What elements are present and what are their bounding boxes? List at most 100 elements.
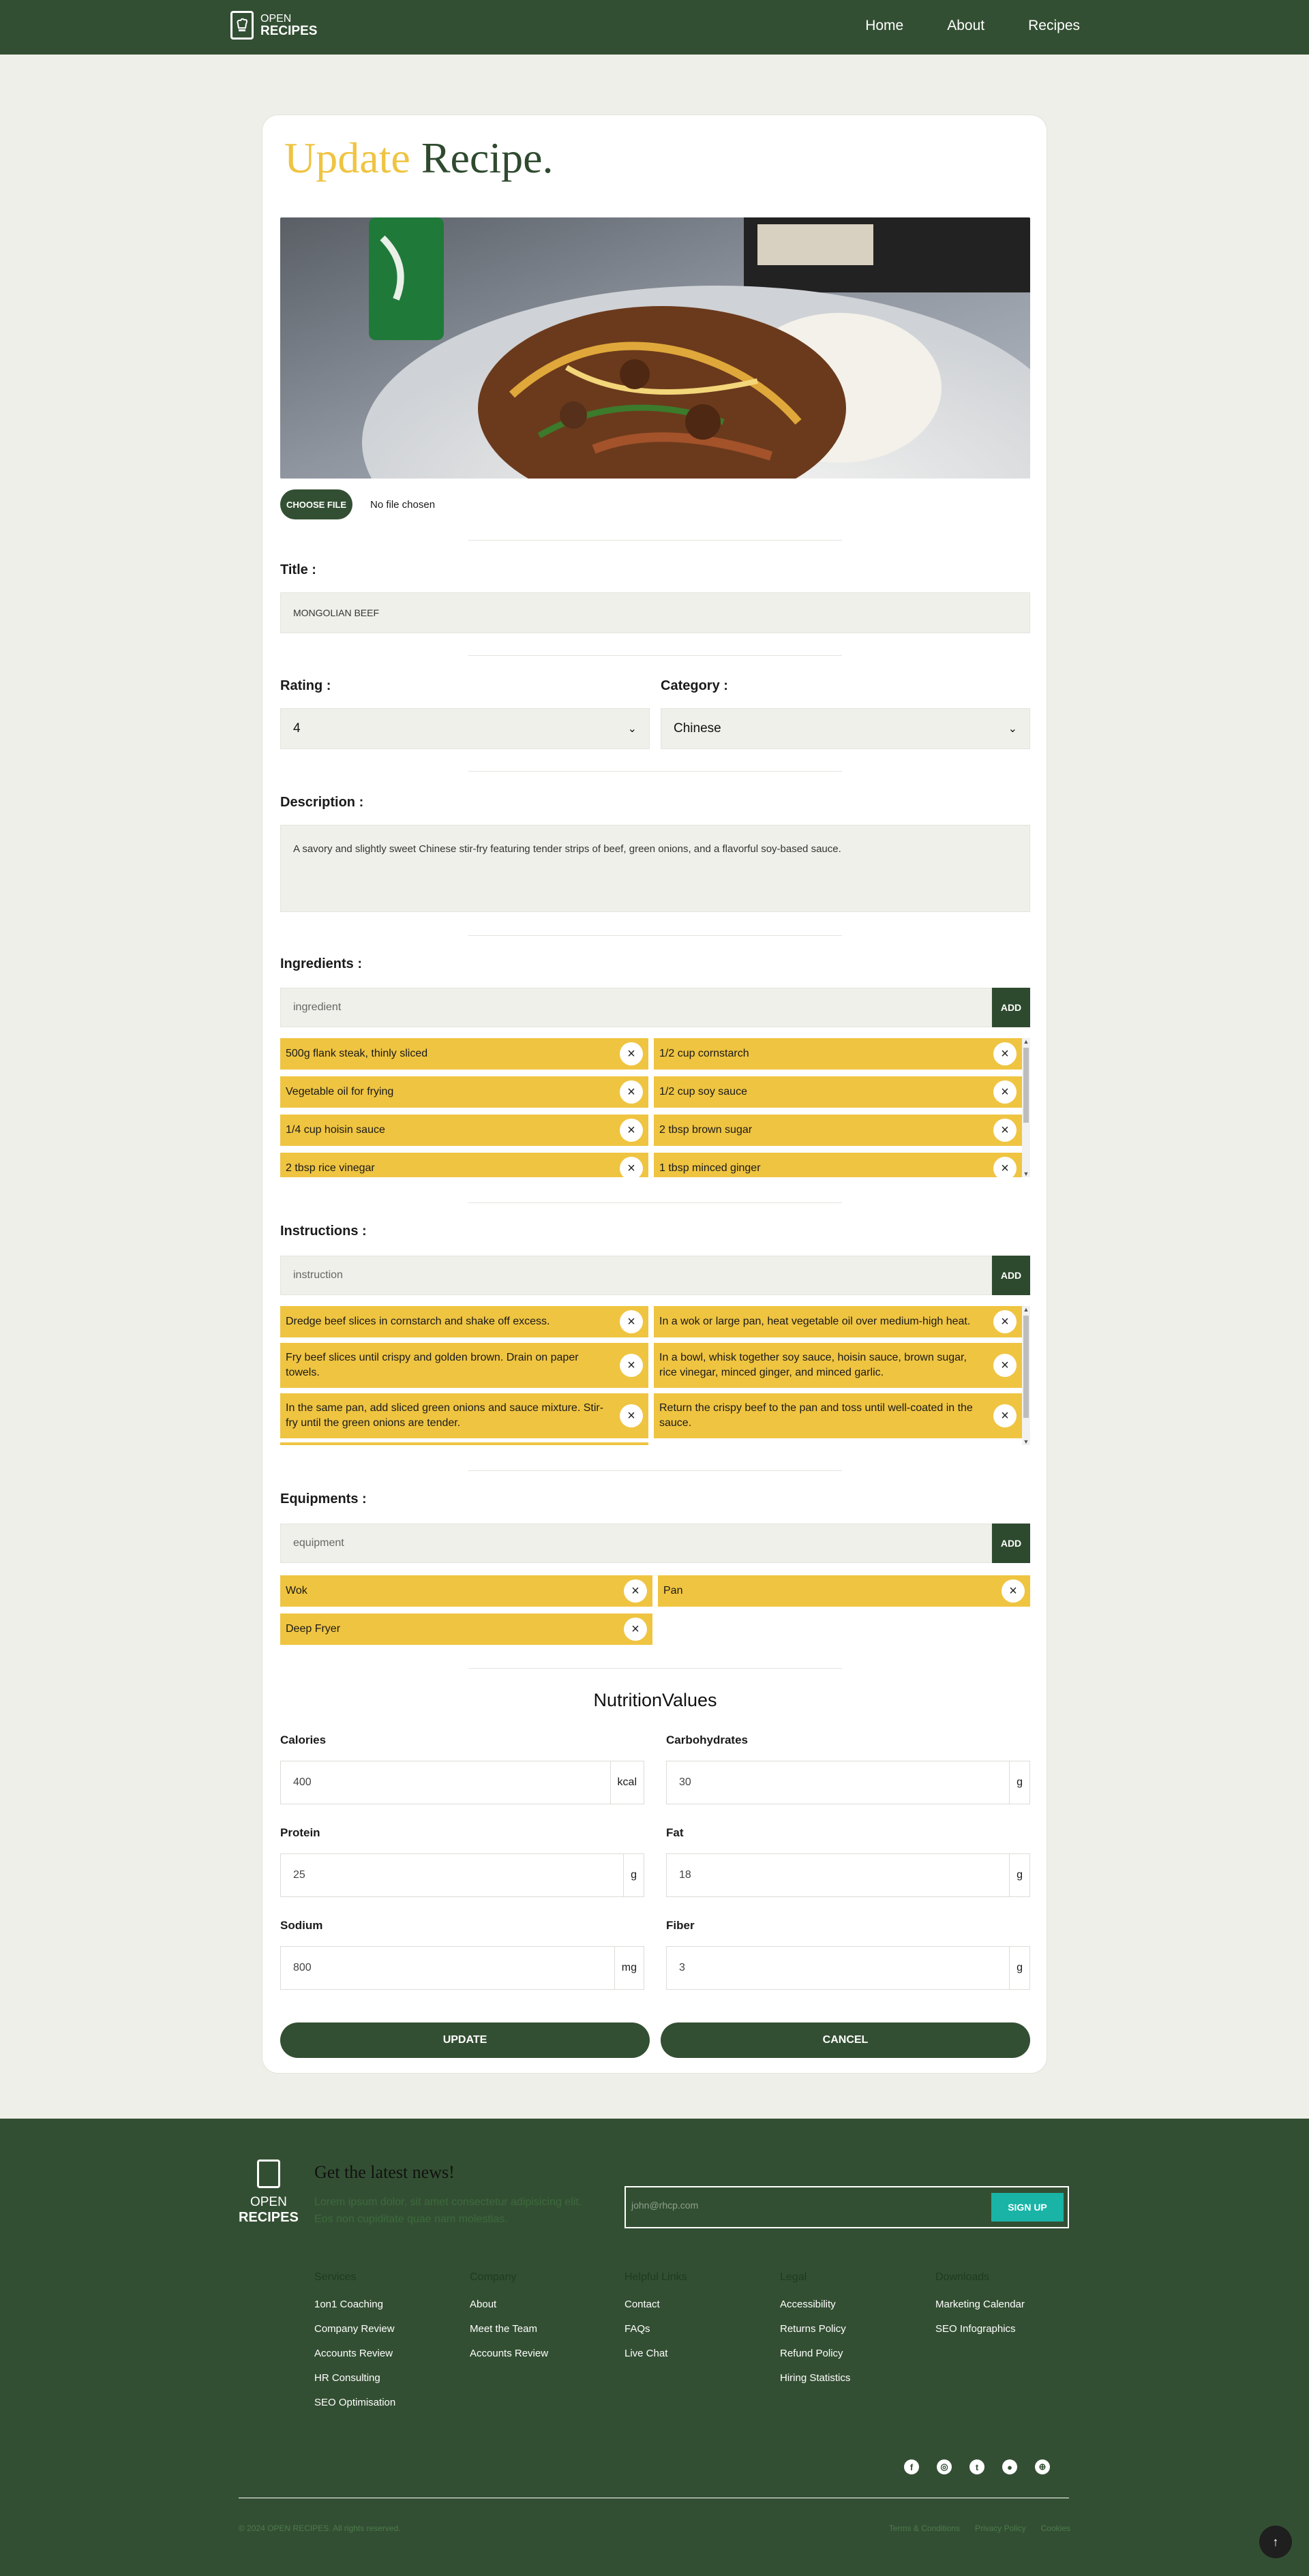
footer-link[interactable]: Contact — [625, 2299, 687, 2310]
scroll-thumb[interactable] — [1023, 1316, 1029, 1418]
cookies-link[interactable]: Cookies — [1041, 2524, 1070, 2533]
footer-link[interactable]: Returns Policy — [780, 2323, 850, 2335]
github-icon[interactable]: ● — [1002, 2459, 1017, 2474]
fat-field[interactable]: 18 g — [666, 1853, 1030, 1897]
remove-icon[interactable]: × — [620, 1354, 643, 1377]
remove-icon[interactable]: × — [620, 1119, 643, 1142]
sign-up-button[interactable]: SIGN UP — [991, 2193, 1064, 2222]
sodium-field[interactable]: 800 mg — [280, 1946, 644, 1990]
nav-home[interactable]: Home — [865, 18, 903, 34]
email-input[interactable]: john@rhcp.com — [631, 2200, 698, 2211]
remove-icon[interactable]: × — [1002, 1579, 1025, 1603]
category-select[interactable]: Chinese ⌄ — [661, 708, 1030, 749]
chef-hat-icon — [230, 11, 254, 40]
privacy-link[interactable]: Privacy Policy — [975, 2524, 1026, 2533]
twitter-icon[interactable]: t — [969, 2459, 984, 2474]
calories-value[interactable]: 400 — [281, 1761, 610, 1804]
scroll-thumb[interactable] — [1023, 1048, 1029, 1123]
title-input[interactable]: MONGOLIAN BEEF — [280, 592, 1030, 633]
remove-icon[interactable]: × — [620, 1042, 643, 1065]
carbohydrates-field[interactable]: 30 g — [666, 1761, 1030, 1804]
terms-link[interactable]: Terms & Conditions — [889, 2524, 960, 2533]
list-item: 1/2 cup soy sauce × — [654, 1076, 1022, 1108]
choose-file-button[interactable]: CHOOSE FILE — [280, 489, 352, 519]
add-instruction-button[interactable]: ADD — [992, 1256, 1030, 1295]
ingredient-text: 500g flank steak, thinly sliced — [286, 1048, 428, 1059]
remove-icon[interactable]: × — [993, 1119, 1017, 1142]
remove-icon[interactable]: × — [620, 1080, 643, 1104]
file-status: No file chosen — [370, 498, 436, 511]
add-equipment-button[interactable]: ADD — [992, 1524, 1030, 1563]
footer-link[interactable]: Live Chat — [625, 2348, 687, 2359]
scroll-up-icon[interactable]: ▲ — [1022, 1306, 1030, 1313]
sodium-value[interactable]: 800 — [281, 1947, 614, 1989]
rating-select[interactable]: 4 ⌄ — [280, 708, 650, 749]
remove-icon[interactable]: × — [993, 1354, 1017, 1377]
remove-icon[interactable]: × — [620, 1157, 643, 1177]
remove-icon[interactable]: × — [993, 1404, 1017, 1427]
footer-link[interactable]: SEO Optimisation — [314, 2397, 395, 2408]
carbohydrates-value[interactable]: 30 — [667, 1761, 1009, 1804]
remove-icon[interactable]: × — [624, 1579, 647, 1603]
fiber-value[interactable]: 3 — [667, 1947, 1009, 1989]
remove-icon[interactable]: × — [993, 1080, 1017, 1104]
divider — [468, 1202, 842, 1203]
footer-link[interactable]: Accounts Review — [314, 2348, 395, 2359]
footer-link[interactable]: FAQs — [625, 2323, 687, 2335]
nav-recipes[interactable]: Recipes — [1028, 18, 1080, 34]
remove-icon[interactable]: × — [993, 1157, 1017, 1177]
footer-link[interactable]: SEO Infographics — [935, 2323, 1025, 2335]
remove-icon[interactable]: × — [993, 1042, 1017, 1065]
newsletter-text: Lorem ipsum dolor, sit amet consectetur … — [314, 2196, 582, 2225]
footer-link[interactable]: Company Review — [314, 2323, 395, 2335]
description-textarea[interactable]: A savory and slightly sweet Chinese stir… — [280, 825, 1030, 912]
scroll-up-icon[interactable]: ▲ — [1022, 1038, 1030, 1045]
protein-value[interactable]: 25 — [281, 1854, 623, 1896]
footer-link[interactable]: HR Consulting — [314, 2372, 395, 2384]
instagram-icon[interactable]: ◎ — [937, 2459, 952, 2474]
protein-field[interactable]: 25 g — [280, 1853, 644, 1897]
footer-link[interactable]: 1on1 Coaching — [314, 2299, 395, 2310]
nav-about[interactable]: About — [947, 18, 984, 34]
list-item: Wok × — [280, 1575, 652, 1607]
scroll-down-icon[interactable]: ▼ — [1022, 1438, 1030, 1445]
footer-link[interactable]: Hiring Statistics — [780, 2372, 850, 2384]
equipment-input[interactable]: equipment — [280, 1524, 992, 1563]
footer-link[interactable]: Accessibility — [780, 2299, 850, 2310]
footer-link[interactable]: About — [470, 2299, 548, 2310]
footer-logo[interactable]: OPEN RECIPES — [239, 2160, 299, 2226]
logo-line1: OPEN — [260, 13, 292, 25]
calories-field[interactable]: 400 kcal — [280, 1761, 644, 1804]
footer-link[interactable]: Marketing Calendar — [935, 2299, 1025, 2310]
calories-label: Calories — [280, 1733, 327, 1746]
update-button[interactable]: UPDATE — [280, 2022, 650, 2058]
dribbble-icon[interactable]: ⊕ — [1035, 2459, 1050, 2474]
ingredients-label: Ingredients : — [280, 956, 363, 971]
footer-link[interactable]: Meet the Team — [470, 2323, 548, 2335]
list-item: 2 tbsp rice vinegar × — [280, 1153, 648, 1177]
chevron-down-icon: ⌄ — [627, 723, 637, 735]
remove-icon[interactable]: × — [624, 1618, 647, 1641]
fat-value[interactable]: 18 — [667, 1854, 1009, 1896]
cancel-button[interactable]: CANCEL — [661, 2022, 1030, 2058]
footer-link[interactable]: Refund Policy — [780, 2348, 850, 2359]
remove-icon[interactable]: × — [620, 1310, 643, 1333]
ingredient-input[interactable]: ingredient — [280, 988, 992, 1027]
remove-icon[interactable]: × — [620, 1404, 643, 1427]
ingredients-scrollbar[interactable]: ▲ ▼ — [1022, 1038, 1030, 1177]
arrow-up-icon[interactable]: ↑ — [1259, 2526, 1292, 2558]
instruction-text: In a bowl, whisk together soy sauce, hoi… — [659, 1352, 967, 1378]
instruction-input[interactable]: instruction — [280, 1256, 992, 1295]
scroll-down-icon[interactable]: ▼ — [1022, 1170, 1030, 1177]
facebook-icon[interactable]: f — [904, 2459, 919, 2474]
remove-icon[interactable]: × — [993, 1310, 1017, 1333]
fiber-field[interactable]: 3 g — [666, 1946, 1030, 1990]
rating-value: 4 — [293, 721, 301, 736]
instructions-scrollbar[interactable]: ▲ ▼ — [1022, 1306, 1030, 1445]
footer-link[interactable]: Accounts Review — [470, 2348, 548, 2359]
fat-unit: g — [1009, 1854, 1029, 1896]
add-ingredient-button[interactable]: ADD — [992, 988, 1030, 1027]
ingredient-text: 2 tbsp brown sugar — [659, 1124, 753, 1136]
site-logo[interactable]: OPEN RECIPES — [230, 11, 317, 40]
newsletter-form: john@rhcp.com SIGN UP — [625, 2186, 1069, 2228]
